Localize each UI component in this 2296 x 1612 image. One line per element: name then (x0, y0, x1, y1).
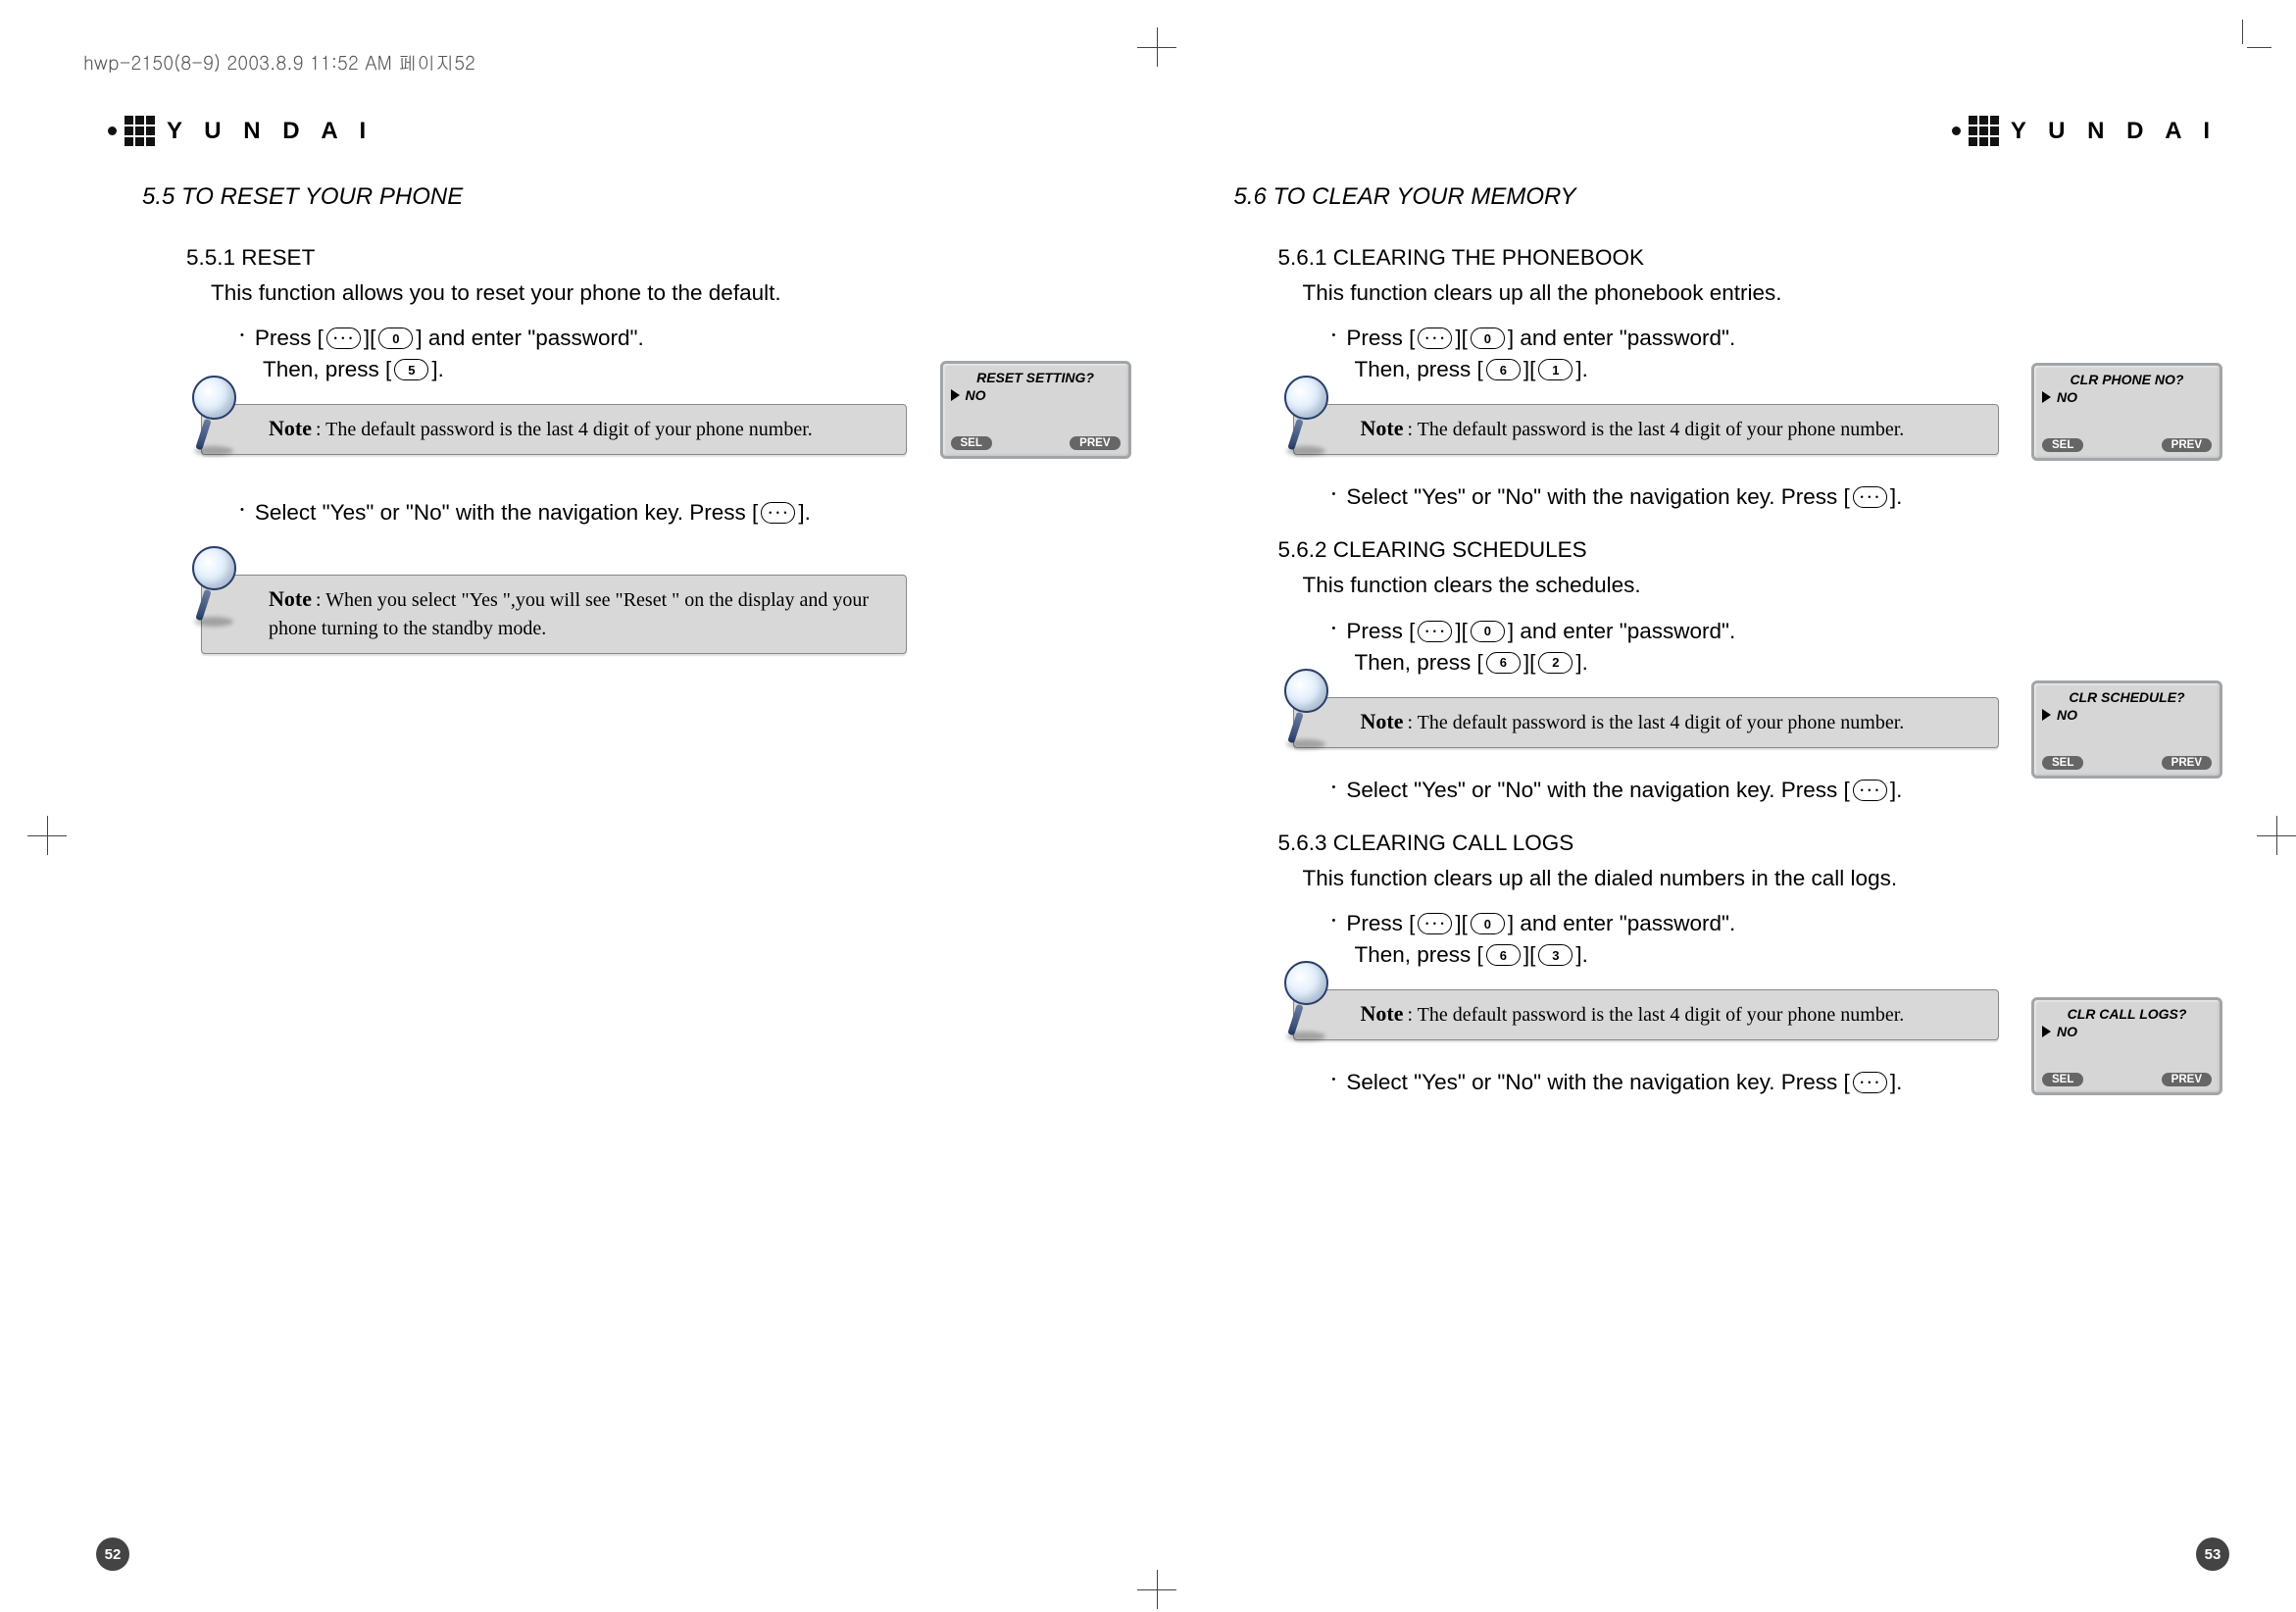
step-select-562: •Select "Yes" or "No" with the navigatio… (1332, 778, 2219, 803)
source-file-header: hwp-2150(8-9) 2003.8.9 11:52 AM 페이지52 (83, 49, 475, 76)
page-number-left: 52 (96, 1537, 129, 1571)
crop-mark-left (27, 816, 67, 855)
crop-mark-right (2257, 816, 2296, 855)
screen-title: CLR PHONE NO? (2042, 372, 2212, 387)
step-press-562: • Press [ ][ 0 ] and enter "password". (1332, 619, 2219, 644)
menu-key-icon (1418, 913, 1452, 934)
triangle-right-icon (2042, 1026, 2051, 1037)
brand-text: Y U N D A I (167, 118, 374, 145)
note-text: : The default password is the last 4 dig… (316, 419, 813, 440)
brand-text: Y U N D A I (2011, 118, 2218, 145)
magnifier-icon (1284, 961, 1345, 1041)
phone-screen-reset: RESET SETTING? NO SEL PREV (940, 361, 1131, 459)
screen-title: RESET SETTING? (951, 370, 1121, 385)
step-select-561: •Select "Yes" or "No" with the navigatio… (1332, 484, 2219, 510)
hyundai-logo-right: Y U N D A I (1200, 116, 2219, 146)
menu-key-icon (326, 327, 361, 349)
key-6-icon: 6 (1486, 652, 1521, 674)
screen-selected: NO (966, 387, 986, 403)
subsection-551-desc: This function allows you to reset your p… (211, 278, 1126, 308)
magnifier-icon (1284, 669, 1345, 749)
magnifier-icon (1284, 376, 1345, 456)
key-0-icon: 0 (1471, 621, 1505, 642)
step-press-561: • Press [ ][ 0 ] and enter "password". (1332, 326, 2219, 351)
softkey-sel: SEL (2042, 756, 2083, 770)
subsection-563-title: 5.6.3 CLEARING CALL LOGS (1278, 831, 2219, 856)
softkey-prev: PREV (2162, 756, 2212, 770)
magnifier-icon (192, 546, 253, 627)
note-box-562: Note: The default password is the last 4… (1293, 697, 1999, 748)
note-text: : The default password is the last 4 dig… (1407, 419, 1904, 440)
menu-key-icon (1853, 486, 1887, 508)
note-label: Note (269, 586, 312, 611)
softkey-sel: SEL (951, 436, 992, 450)
note-box-563: Note: The default password is the last 4… (1293, 989, 1999, 1040)
phone-screen-clr-schedule: CLR SCHEDULE? NO SEL PREV (2031, 680, 2222, 779)
crop-mark-bottom (1137, 1570, 1176, 1609)
page-52: Y U N D A I 5.5 TO RESET YOUR PHONE 5.5.… (88, 98, 1146, 1573)
page-53: Y U N D A I 5.6 TO CLEAR YOUR MEMORY 5.6… (1180, 98, 2238, 1573)
hyundai-logo-left: Y U N D A I (108, 116, 1126, 146)
step-select-left: • Select "Yes" or "No" with the navigati… (240, 500, 1126, 526)
key-1-icon: 1 (1538, 359, 1572, 380)
key-2-icon: 2 (1538, 652, 1572, 674)
triangle-right-icon (2042, 391, 2051, 403)
phone-screen-clr-phone: CLR PHONE NO? NO SEL PREV (2031, 363, 2222, 461)
subsection-561-title: 5.6.1 CLEARING THE PHONEBOOK (1278, 245, 2219, 271)
screen-selected: NO (2057, 1024, 2077, 1039)
key-5-icon: 5 (394, 359, 428, 380)
menu-key-icon (1853, 1072, 1887, 1093)
section-title-right: 5.6 TO CLEAR YOUR MEMORY (1234, 183, 2219, 211)
softkey-prev: PREV (2162, 438, 2212, 452)
note-label: Note (1361, 1001, 1404, 1026)
step-press-563: • Press [ ][ 0 ] and enter "password". (1332, 911, 2219, 936)
note-box-left-2: Note: When you select "Yes ",you will se… (201, 575, 907, 654)
softkey-sel: SEL (2042, 438, 2083, 452)
softkey-prev: PREV (2162, 1073, 2212, 1086)
step-then-562: Then, press [ 6 ][ 2 ]. (1355, 650, 2219, 676)
section-title-left: 5.5 TO RESET YOUR PHONE (142, 183, 1126, 211)
key-0-icon: 0 (1471, 327, 1505, 349)
note-text: : The default password is the last 4 dig… (1407, 1004, 1904, 1026)
note-label: Note (1361, 416, 1404, 440)
menu-key-icon (1853, 780, 1887, 801)
menu-key-icon (1418, 621, 1452, 642)
subsection-551-title: 5.5.1 RESET (186, 245, 1126, 271)
phone-screen-clr-calllogs: CLR CALL LOGS? NO SEL PREV (2031, 997, 2222, 1095)
menu-key-icon (1418, 327, 1452, 349)
menu-key-icon (761, 502, 795, 524)
note-text: : When you select "Yes ",you will see "R… (269, 589, 869, 639)
note-label: Note (269, 416, 312, 440)
screen-title: CLR CALL LOGS? (2042, 1006, 2212, 1022)
crop-mark-top (1137, 27, 1176, 67)
note-text: : The default password is the last 4 dig… (1407, 712, 1904, 733)
softkey-prev: PREV (1070, 436, 1120, 450)
key-3-icon: 3 (1538, 944, 1572, 966)
screen-selected: NO (2057, 389, 2077, 405)
step-then-563: Then, press [ 6 ][ 3 ]. (1355, 942, 2219, 968)
note-box-561: Note: The default password is the last 4… (1293, 404, 1999, 455)
screen-title: CLR SCHEDULE? (2042, 689, 2212, 705)
subsection-561-desc: This function clears up all the phoneboo… (1303, 278, 2219, 308)
key-6-icon: 6 (1486, 944, 1521, 966)
note-box-left-1: Note: The default password is the last 4… (201, 404, 907, 455)
softkey-sel: SEL (2042, 1073, 2083, 1086)
subsection-562-desc: This function clears the schedules. (1303, 571, 2219, 600)
page-spread: Y U N D A I 5.5 TO RESET YOUR PHONE 5.5.… (88, 98, 2237, 1573)
page-number-right: 53 (2196, 1537, 2229, 1571)
subsection-563-desc: This function clears up all the dialed n… (1303, 864, 2219, 893)
note-label: Note (1361, 709, 1404, 733)
magnifier-icon (192, 376, 253, 456)
step-press-left-1: • Press [ ][ 0 ] and enter "password". (240, 326, 1126, 351)
triangle-right-icon (951, 389, 960, 401)
subsection-562-title: 5.6.2 CLEARING SCHEDULES (1278, 537, 2219, 563)
triangle-right-icon (2042, 709, 2051, 721)
key-6-icon: 6 (1486, 359, 1521, 380)
screen-selected: NO (2057, 707, 2077, 723)
key-0-icon: 0 (378, 327, 413, 349)
key-0-icon: 0 (1471, 913, 1505, 934)
